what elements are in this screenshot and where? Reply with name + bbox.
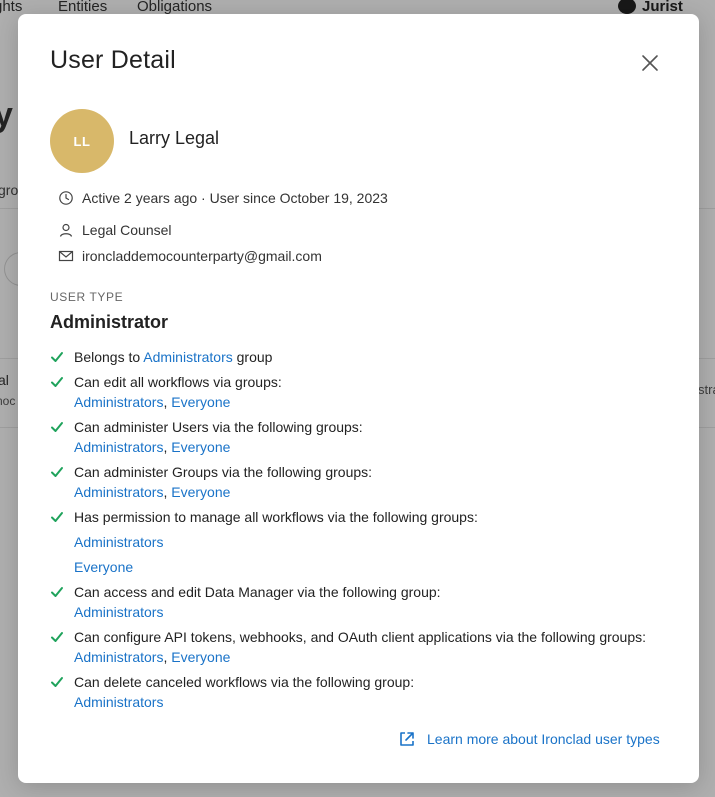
check-icon [51, 377, 63, 387]
user-type-value: Administrator [50, 312, 169, 332]
group-link[interactable]: Administrators [74, 694, 163, 710]
permission-item: Can administer Users via the following g… [50, 417, 680, 457]
group-link[interactable]: Everyone [171, 439, 230, 455]
check-icon [51, 512, 63, 522]
group-link[interactable]: Administrators [74, 484, 163, 500]
user-role: Legal Counsel [82, 222, 172, 238]
user-type-label: USER TYPE [50, 290, 124, 304]
permission-text: Can delete canceled workflows via the fo… [74, 674, 415, 690]
external-link-icon [400, 732, 414, 746]
avatar: LL [50, 109, 114, 173]
person-icon [59, 223, 73, 237]
group-links: Administrators, Everyone [74, 437, 680, 457]
check-icon [51, 632, 63, 642]
group-link[interactable]: Everyone [171, 484, 230, 500]
group-link[interactable]: Administrators [143, 349, 232, 365]
group-link[interactable]: Everyone [74, 557, 680, 577]
modal-title: User Detail [50, 46, 176, 74]
group-link[interactable]: Everyone [171, 394, 230, 410]
permission-text: Can access and edit Data Manager via the… [74, 584, 441, 600]
permission-item: Has permission to manage all workflows v… [50, 507, 680, 577]
permission-text: Can edit all workflows via groups: [74, 374, 282, 390]
permission-item: Can configure API tokens, webhooks, and … [50, 627, 680, 667]
permission-text: Has permission to manage all workflows v… [74, 509, 478, 525]
permission-list: Belongs to Administrators group Can edit … [50, 347, 680, 712]
group-links: Administrators, Everyone [74, 392, 680, 412]
group-links: Administrators [74, 602, 680, 622]
permission-text: Can administer Groups via the following … [74, 464, 373, 480]
check-icon [51, 352, 63, 362]
user-name: Larry Legal [129, 128, 220, 148]
permission-text: group [232, 349, 273, 365]
check-icon [51, 467, 63, 477]
group-link[interactable]: Administrators [74, 532, 680, 552]
group-links: Administrators, Everyone [74, 647, 680, 667]
learn-more-label: Learn more about Ironclad user types [427, 731, 660, 747]
permission-item: Can edit all workflows via groups: Admini… [50, 372, 680, 412]
user-detail-modal: User Detail LL Larry Legal Active 2 year… [18, 14, 699, 783]
group-link[interactable]: Administrators [74, 604, 163, 620]
user-activity: Active 2 years ago · User since October … [82, 190, 388, 206]
user-email-row: ironcladdemocounterparty@gmail.com [58, 248, 322, 264]
permission-item: Can access and edit Data Manager via the… [50, 582, 680, 622]
permission-item: Belongs to Administrators group [50, 347, 680, 367]
group-links: Administrators [74, 692, 680, 712]
close-button[interactable] [638, 51, 662, 75]
user-role-row: Legal Counsel [58, 222, 172, 238]
permission-text: Belongs to [74, 349, 144, 365]
check-icon [51, 587, 63, 597]
permission-item: Can administer Groups via the following … [50, 462, 680, 502]
learn-more-link[interactable]: Learn more about Ironclad user types [398, 730, 660, 748]
permission-text: Can configure API tokens, webhooks, and … [74, 629, 647, 645]
group-link[interactable]: Administrators [74, 439, 163, 455]
close-icon [642, 55, 658, 71]
group-link[interactable]: Everyone [171, 649, 230, 665]
check-icon [51, 677, 63, 687]
group-link[interactable]: Administrators [74, 394, 163, 410]
group-link[interactable]: Administrators [74, 649, 163, 665]
clock-icon [59, 191, 73, 205]
user-activity-row: Active 2 years ago · User since October … [58, 190, 388, 206]
envelope-icon [58, 250, 74, 262]
permission-item: Can delete canceled workflows via the fo… [50, 672, 680, 712]
user-email: ironcladdemocounterparty@gmail.com [82, 248, 322, 264]
permission-text: Can administer Users via the following g… [74, 419, 363, 435]
group-links: Administrators, Everyone [74, 482, 680, 502]
check-icon [51, 422, 63, 432]
